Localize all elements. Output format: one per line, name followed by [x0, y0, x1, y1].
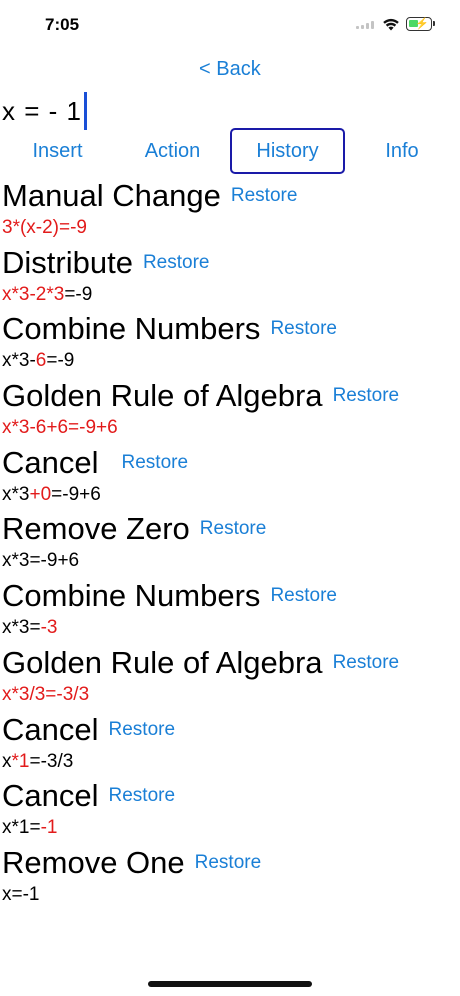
- expression-part: x=-1: [2, 883, 40, 905]
- step-expression: x=-1: [2, 884, 40, 906]
- wifi-icon: [383, 18, 399, 31]
- restore-button[interactable]: Restore: [270, 585, 337, 607]
- step-expression: x*1=-1: [2, 817, 57, 839]
- history-entry: Cancel Restore x*3+0=-9+6: [0, 444, 460, 511]
- expression-part: x*3: [2, 483, 30, 505]
- step-expression: x*3-6=-9: [2, 350, 74, 372]
- text-caret: [83, 92, 87, 130]
- equation-text: x = - 1: [2, 95, 82, 126]
- status-time: 7:05: [45, 15, 80, 34]
- history-entry: Distribute Restore x*3-2*3=-9: [0, 244, 460, 311]
- restore-button[interactable]: Restore: [333, 652, 400, 674]
- step-title: Cancel: [2, 711, 99, 747]
- step-title: Golden Rule of Algebra: [2, 378, 323, 414]
- history-entry-header: Golden Rule of Algebra Restore: [2, 377, 399, 415]
- history-entry-header: Cancel Restore: [2, 777, 175, 815]
- history-entry-header: Manual Change Restore: [2, 177, 297, 215]
- history-entry: Manual Change Restore 3*(x-2)=-9: [0, 177, 460, 244]
- history-entry-header: Cancel Restore: [2, 711, 175, 749]
- restore-button[interactable]: Restore: [109, 719, 176, 741]
- step-title: Combine Numbers: [2, 311, 261, 347]
- history-entry: Combine Numbers Restore x*3-6=-9: [0, 310, 460, 377]
- expression-part: x*3-: [2, 350, 36, 372]
- restore-button[interactable]: Restore: [195, 852, 262, 874]
- history-entry: Cancel Restore x*1=-1: [0, 777, 460, 844]
- tab-history[interactable]: History: [230, 128, 345, 174]
- expression-part: =-3/3: [29, 750, 74, 772]
- cellular-signal-icon: [356, 21, 374, 29]
- history-list: Manual Change Restore 3*(x-2)=-9 Distribute…: [0, 177, 460, 911]
- restore-button[interactable]: Restore: [270, 318, 337, 340]
- expression-highlight: -3: [40, 617, 58, 639]
- step-title: Golden Rule of Algebra: [2, 644, 323, 680]
- history-entry-header: Distribute Restore: [2, 244, 209, 282]
- expression-part: x*1=: [2, 817, 41, 839]
- step-expression: x*3=-3: [2, 617, 57, 639]
- expression-highlight: x*3-2*3: [2, 283, 65, 305]
- history-entry: Cancel Restore x*1=-3/3: [0, 711, 460, 778]
- expression-part: x: [2, 750, 12, 772]
- back-button[interactable]: < Back: [199, 58, 261, 81]
- expression-part: =-9: [46, 350, 75, 372]
- step-expression: x*1=-3/3: [2, 751, 73, 773]
- expression-part: x*3=: [2, 617, 41, 639]
- status-bar: 7:05 ⚡: [0, 0, 460, 50]
- tab-bar: Insert Action History Info: [0, 128, 460, 176]
- restore-button[interactable]: Restore: [143, 252, 210, 274]
- expression-highlight: +0: [29, 483, 52, 505]
- step-expression: x*3-2*3=-9: [2, 284, 92, 306]
- step-title: Cancel: [2, 444, 99, 480]
- home-indicator: [148, 981, 312, 987]
- step-title: Remove Zero: [2, 511, 190, 547]
- restore-button[interactable]: Restore: [333, 385, 400, 407]
- step-expression: x*3=-9+6: [2, 550, 79, 572]
- expression-highlight: 6: [35, 350, 47, 372]
- expression-part: x*3=-9+6: [2, 550, 80, 572]
- history-entry: Combine Numbers Restore x*3=-3: [0, 577, 460, 644]
- history-entry: Golden Rule of Algebra Restore x*3/3=-3/3: [0, 644, 460, 711]
- step-title: Cancel: [2, 778, 99, 814]
- expression-highlight: *1: [11, 750, 30, 772]
- tab-insert[interactable]: Insert: [5, 128, 110, 174]
- history-entry-header: Cancel Restore: [2, 444, 188, 482]
- step-title: Remove One: [2, 844, 185, 880]
- expression-highlight: x*3/3=-3/3: [2, 683, 90, 705]
- step-expression: x*3/3=-3/3: [2, 684, 89, 706]
- step-title: Manual Change: [2, 178, 221, 213]
- step-expression: x*3+0=-9+6: [2, 484, 101, 506]
- history-entry: Golden Rule of Algebra Restore x*3-6+6=-9+…: [0, 377, 460, 444]
- step-title: Combine Numbers: [2, 578, 261, 614]
- step-expression: x*3-6+6=-9+6: [2, 417, 118, 439]
- tab-info[interactable]: Info: [352, 128, 452, 174]
- restore-button[interactable]: Restore: [122, 452, 189, 474]
- expression-part: =-9: [64, 283, 93, 305]
- history-entry-header: Combine Numbers Restore: [2, 310, 337, 348]
- expression-highlight: x*3-6+6=-9+6: [2, 417, 118, 439]
- battery-charging-icon: ⚡: [406, 17, 435, 31]
- history-entry: Remove Zero Restore x*3=-9+6: [0, 510, 460, 577]
- expression-part: =-9+6: [51, 483, 101, 505]
- equation-field[interactable]: x = - 1: [2, 92, 87, 130]
- expression-highlight: -1: [40, 817, 58, 839]
- history-entry: Remove One Restore x=-1: [0, 844, 460, 911]
- history-entry-header: Combine Numbers Restore: [2, 577, 337, 615]
- restore-button[interactable]: Restore: [109, 785, 176, 807]
- tab-action[interactable]: Action: [120, 128, 225, 174]
- step-expression: 3*(x-2)=-9: [2, 217, 87, 239]
- step-title: Distribute: [2, 244, 133, 280]
- expression-highlight: 3*(x-2)=-9: [2, 217, 87, 238]
- history-entry-header: Golden Rule of Algebra Restore: [2, 644, 399, 682]
- history-entry-header: Remove One Restore: [2, 844, 261, 882]
- restore-button[interactable]: Restore: [231, 185, 298, 207]
- history-entry-header: Remove Zero Restore: [2, 510, 266, 548]
- restore-button[interactable]: Restore: [200, 518, 267, 540]
